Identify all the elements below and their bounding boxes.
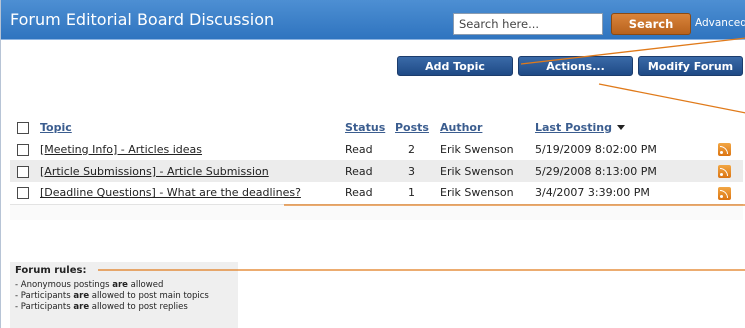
forum-page: Forum Editorial Board Discussion Search … [0,0,745,328]
rule-line: - Participants are allowed to post repli… [15,302,188,312]
status-column-header[interactable]: Status [345,121,385,134]
page-title: Forum Editorial Board Discussion [10,10,275,29]
actions-button[interactable]: Actions... [518,56,633,76]
topic-link[interactable]: [Deadline Questions] - What are the dead… [40,186,301,199]
rss-icon[interactable] [718,186,731,200]
last-posting-cell: 5/19/2009 8:02:00 PM [535,138,703,160]
table-row: [Deadline Questions] - What are the dead… [10,182,743,204]
advanced-search-link[interactable]: Advanced [695,17,745,29]
row-checkbox[interactable] [17,165,29,178]
rule-line: - Anonymous postings are allowed [15,280,164,290]
status-cell: Read [345,138,395,160]
posts-cell: 3 [395,160,440,182]
table-footer-row [10,203,743,220]
last-posting-cell: 5/29/2008 8:13:00 PM [535,160,703,182]
author-column-header[interactable]: Author [440,121,482,134]
search-input[interactable] [453,13,603,35]
topic-column-header[interactable]: Topic [40,121,72,134]
status-cell: Read [345,182,395,204]
author-cell: Erik Swenson [440,138,535,160]
modify-forum-button[interactable]: Modify Forum [638,56,743,76]
row-checkbox[interactable] [17,143,29,156]
forum-header: Forum Editorial Board Discussion Search … [1,0,745,40]
posts-column-header[interactable]: Posts [395,121,429,134]
row-checkbox[interactable] [17,187,29,200]
posts-cell: 2 [395,138,440,160]
last-posting-column-header[interactable]: Last Posting [535,121,612,134]
search-button[interactable]: Search [611,13,691,35]
sort-desc-arrow-icon [616,124,625,130]
author-cell: Erik Swenson [440,182,535,204]
rss-icon[interactable] [718,164,731,178]
add-topic-button[interactable]: Add Topic [397,56,513,76]
author-cell: Erik Swenson [440,160,535,182]
rss-icon[interactable] [718,142,731,156]
topic-link[interactable]: [Meeting Info] - Articles ideas [40,143,202,156]
callout-line-actions [598,83,745,114]
forum-rules-panel: Forum rules: - Anonymous postings are al… [10,262,238,328]
forum-rules-title: Forum rules: [15,265,87,276]
table-row: [Meeting Info] - Articles ideas Read 2 E… [10,138,743,160]
table-header-row: Topic Status Posts Author Last Posting [10,116,743,138]
topic-link[interactable]: [Article Submissions] - Article Submissi… [40,165,269,178]
posts-cell: 1 [395,182,440,204]
table-row: [Article Submissions] - Article Submissi… [10,160,743,182]
rule-line: - Participants are allowed to post main … [15,291,209,301]
topics-table: Topic Status Posts Author Last Posting [… [10,116,743,220]
status-cell: Read [345,160,395,182]
last-posting-cell: 3/4/2007 3:39:00 PM [535,182,703,204]
select-all-checkbox[interactable] [17,121,29,134]
